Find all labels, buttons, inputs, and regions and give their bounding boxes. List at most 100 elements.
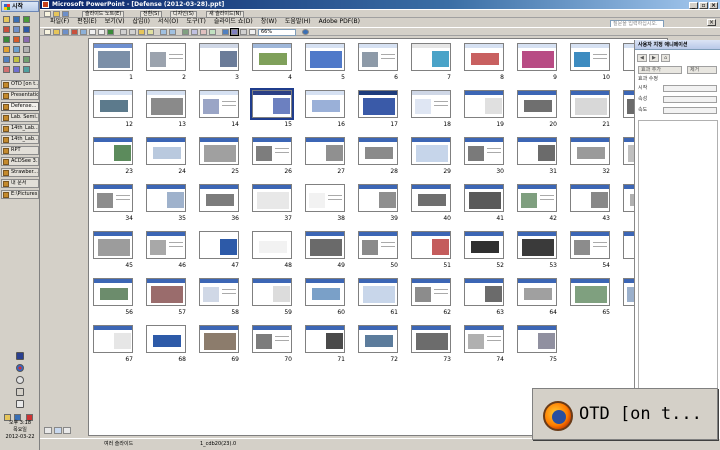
copy-icon[interactable] bbox=[129, 29, 136, 35]
slide-thumbnail[interactable] bbox=[358, 325, 398, 353]
slide-thumbnail[interactable] bbox=[93, 325, 133, 353]
slide-thumbnail[interactable] bbox=[517, 43, 557, 71]
slide-thumbnail[interactable] bbox=[464, 43, 504, 71]
email-icon[interactable] bbox=[80, 29, 87, 35]
hyperlink-icon[interactable] bbox=[209, 29, 216, 35]
slide-thumbnail[interactable] bbox=[93, 90, 133, 118]
zoom-select[interactable]: 66% bbox=[258, 29, 296, 36]
taskbar-button[interactable]: 내 문서 bbox=[1, 179, 39, 188]
taskbar-button[interactable]: Strawber... bbox=[1, 168, 39, 177]
tray-korea-icon[interactable] bbox=[16, 364, 24, 372]
slide-thumbnail[interactable] bbox=[411, 43, 451, 71]
explorer-icon[interactable] bbox=[13, 26, 20, 33]
slide-thumbnail[interactable] bbox=[570, 184, 610, 212]
slide-thumbnail[interactable] bbox=[199, 231, 239, 259]
acrobat-icon[interactable] bbox=[3, 26, 10, 33]
tray-ime-mode-icon[interactable] bbox=[16, 376, 24, 384]
color-grayscale-icon[interactable] bbox=[249, 29, 256, 35]
menu-item[interactable]: 서식(O) bbox=[158, 18, 178, 25]
folder-icon[interactable] bbox=[3, 16, 10, 23]
restore-button[interactable]: ▫ bbox=[699, 2, 708, 9]
menu-item[interactable]: Adobe PDF(B) bbox=[319, 18, 360, 25]
slide-thumbnail[interactable] bbox=[517, 137, 557, 165]
start-button[interactable]: 시작 bbox=[1, 1, 39, 12]
pdf-icon[interactable] bbox=[71, 29, 78, 35]
slide-thumbnail[interactable] bbox=[199, 137, 239, 165]
slide-thumbnail[interactable] bbox=[146, 278, 186, 306]
spelling-icon[interactable] bbox=[107, 29, 114, 35]
slide-thumbnail[interactable] bbox=[146, 325, 186, 353]
slide-thumbnail[interactable] bbox=[305, 231, 345, 259]
slide-thumbnail[interactable] bbox=[252, 278, 292, 306]
taskbar-button[interactable]: RPT bbox=[1, 146, 39, 155]
slide-thumbnail[interactable] bbox=[305, 278, 345, 306]
taskbar-button[interactable]: OTD [on t... bbox=[1, 80, 39, 89]
photo-icon[interactable] bbox=[3, 66, 10, 73]
slide-thumbnail[interactable] bbox=[305, 90, 345, 118]
slide-thumbnail[interactable] bbox=[250, 88, 294, 120]
preview-icon[interactable] bbox=[98, 29, 105, 35]
cut-icon[interactable] bbox=[120, 29, 127, 35]
tray-help-icon[interactable] bbox=[16, 400, 24, 408]
slide-thumbnail[interactable] bbox=[146, 137, 186, 165]
slide-thumbnail[interactable] bbox=[464, 184, 504, 212]
slide-thumbnail[interactable] bbox=[411, 184, 451, 212]
settings-icon[interactable] bbox=[23, 46, 30, 53]
slide-thumbnail[interactable] bbox=[305, 43, 345, 71]
slide-thumbnail[interactable] bbox=[199, 43, 239, 71]
grid-icon[interactable] bbox=[240, 29, 247, 35]
slide-thumbnail[interactable] bbox=[517, 325, 557, 353]
slide-thumbnail[interactable] bbox=[358, 231, 398, 259]
animation-list[interactable] bbox=[638, 120, 718, 420]
slide-thumbnail[interactable] bbox=[517, 90, 557, 118]
slide-thumbnail[interactable] bbox=[358, 43, 398, 71]
slide-thumbnail[interactable] bbox=[146, 90, 186, 118]
save-doc-icon[interactable] bbox=[62, 29, 69, 35]
taskbar-button[interactable]: Lab. Semi... bbox=[1, 113, 39, 122]
open-doc-icon[interactable] bbox=[53, 29, 60, 35]
format-painter-icon[interactable] bbox=[147, 29, 154, 35]
firefox-taskbar-popup[interactable]: OTD [on t... bbox=[532, 388, 718, 440]
slide-thumbnail[interactable] bbox=[93, 278, 133, 306]
slide-thumbnail[interactable] bbox=[570, 90, 610, 118]
slide-thumbnail[interactable] bbox=[464, 137, 504, 165]
menu-item[interactable]: 도움말(H) bbox=[285, 18, 311, 25]
chart-icon[interactable] bbox=[182, 29, 189, 35]
slide-thumbnail[interactable] bbox=[199, 184, 239, 212]
taskbar-button[interactable]: Defense... bbox=[1, 102, 39, 111]
slide-thumbnail[interactable] bbox=[464, 278, 504, 306]
slide-thumbnail[interactable] bbox=[411, 90, 451, 118]
excel-icon[interactable] bbox=[3, 36, 10, 43]
slide-thumbnail[interactable] bbox=[252, 137, 292, 165]
paste-icon[interactable] bbox=[138, 29, 145, 35]
slide-thumbnail[interactable] bbox=[252, 184, 292, 212]
new-doc-icon[interactable] bbox=[44, 29, 51, 35]
slide-thumbnail[interactable] bbox=[146, 231, 186, 259]
taskbar-button[interactable]: 14th_Lab... bbox=[1, 135, 39, 144]
help-icon[interactable] bbox=[302, 29, 309, 35]
title-bar[interactable]: Microsoft PowerPoint - [Defense (2012-03… bbox=[40, 0, 720, 9]
tables-borders-icon[interactable] bbox=[200, 29, 207, 35]
tray-ime-icon[interactable] bbox=[16, 352, 24, 360]
slide-thumbnail[interactable] bbox=[411, 231, 451, 259]
slide-thumbnail[interactable] bbox=[570, 231, 610, 259]
forward-icon[interactable]: ▶ bbox=[649, 54, 659, 62]
taskbar-button[interactable]: Presentation bbox=[1, 91, 39, 100]
tray-sound-icon[interactable] bbox=[16, 388, 24, 396]
menu-item[interactable]: 삽입(I) bbox=[133, 18, 151, 25]
menu-item[interactable]: 도구(T) bbox=[186, 18, 205, 25]
remove-effect-button[interactable]: 제거 bbox=[687, 66, 717, 74]
slideshow-view-icon[interactable] bbox=[63, 427, 72, 434]
menu-item[interactable]: 창(W) bbox=[261, 18, 277, 25]
property-select[interactable] bbox=[663, 96, 717, 103]
slide-thumbnail[interactable] bbox=[411, 278, 451, 306]
menu-item[interactable]: 보기(V) bbox=[105, 18, 125, 25]
back-icon[interactable]: ◀ bbox=[637, 54, 647, 62]
slide-thumbnail[interactable] bbox=[464, 90, 504, 118]
slide-thumbnail[interactable] bbox=[252, 325, 292, 353]
menu-item[interactable]: 슬라이드 쇼(D) bbox=[214, 18, 253, 25]
slide-thumbnail[interactable] bbox=[93, 43, 133, 71]
slide-thumbnail[interactable] bbox=[305, 137, 345, 165]
slide-thumbnail[interactable] bbox=[358, 278, 398, 306]
slide-sorter-view-icon[interactable] bbox=[53, 427, 62, 434]
